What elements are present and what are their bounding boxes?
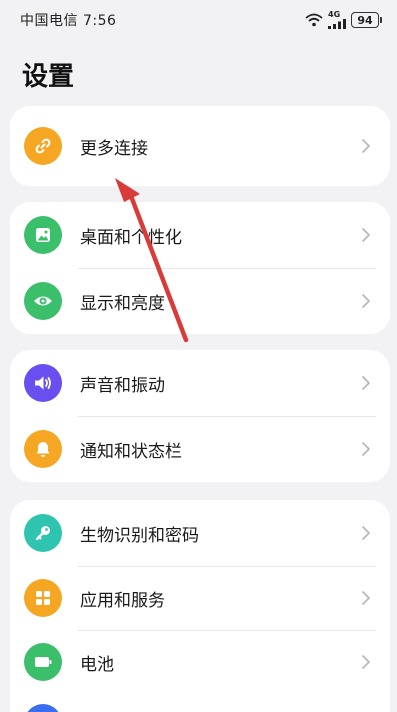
status-bar: 中国电信 7:56 4G 94 xyxy=(0,0,397,40)
settings-item-label: 通知和状态栏 xyxy=(80,441,182,462)
battery-icon xyxy=(24,643,62,681)
settings-item-more-connections[interactable]: 更多连接 xyxy=(10,106,390,186)
settings-item-apps-services[interactable]: 应用和服务 xyxy=(10,566,390,630)
chevron-right-icon xyxy=(352,584,380,612)
settings-item-label: 生物识别和密码 xyxy=(80,525,199,546)
settings-item-label: 显示和亮度 xyxy=(80,293,165,314)
settings-card-display: 桌面和个性化 显示和亮度 xyxy=(10,202,390,334)
image-icon xyxy=(24,216,62,254)
settings-item-battery[interactable]: 电池 xyxy=(10,630,390,694)
settings-item-label: 更多连接 xyxy=(80,138,148,159)
network-type: 4G xyxy=(328,10,341,19)
settings-item-biometrics-password[interactable]: 生物识别和密码 xyxy=(10,500,390,566)
apps-icon xyxy=(24,579,62,617)
eye-icon xyxy=(24,282,62,320)
settings-card-security-apps: 生物识别和密码 应用和服务 电池 xyxy=(10,500,390,712)
battery-level: 94 xyxy=(357,13,373,27)
settings-item-label: 应用和服务 xyxy=(80,590,165,611)
chevron-right-icon xyxy=(352,519,380,547)
carrier-time: 中国电信 7:56 xyxy=(20,13,117,29)
settings-item-display-brightness[interactable]: 显示和亮度 xyxy=(10,268,390,334)
chevron-right-icon xyxy=(352,648,380,676)
page-title: 设置 xyxy=(22,62,75,92)
key-icon xyxy=(24,514,62,552)
settings-item-label: 桌面和个性化 xyxy=(80,227,182,248)
link-icon xyxy=(24,127,62,165)
settings-item-desktop-personalization[interactable]: 桌面和个性化 xyxy=(10,202,390,268)
chevron-right-icon xyxy=(352,287,380,315)
settings-item-sound-vibration[interactable]: 声音和振动 xyxy=(10,350,390,416)
settings-card-sound: 声音和振动 通知和状态栏 xyxy=(10,350,390,482)
battery-icon: 94 xyxy=(351,12,382,28)
settings-item-label: 声音和振动 xyxy=(80,375,165,396)
chevron-right-icon xyxy=(352,435,380,463)
chevron-right-icon xyxy=(352,221,380,249)
settings-item-label: 电池 xyxy=(80,654,114,675)
bell-icon xyxy=(24,430,62,468)
signal-icon xyxy=(328,19,346,29)
settings-card-connectivity: 更多连接 xyxy=(10,106,390,186)
wifi-icon xyxy=(305,13,323,27)
settings-item-notifications-statusbar[interactable]: 通知和状态栏 xyxy=(10,416,390,482)
status-icons: 4G 94 xyxy=(305,10,382,29)
chevron-right-icon xyxy=(352,132,380,160)
chevron-right-icon xyxy=(352,369,380,397)
speaker-icon xyxy=(24,364,62,402)
